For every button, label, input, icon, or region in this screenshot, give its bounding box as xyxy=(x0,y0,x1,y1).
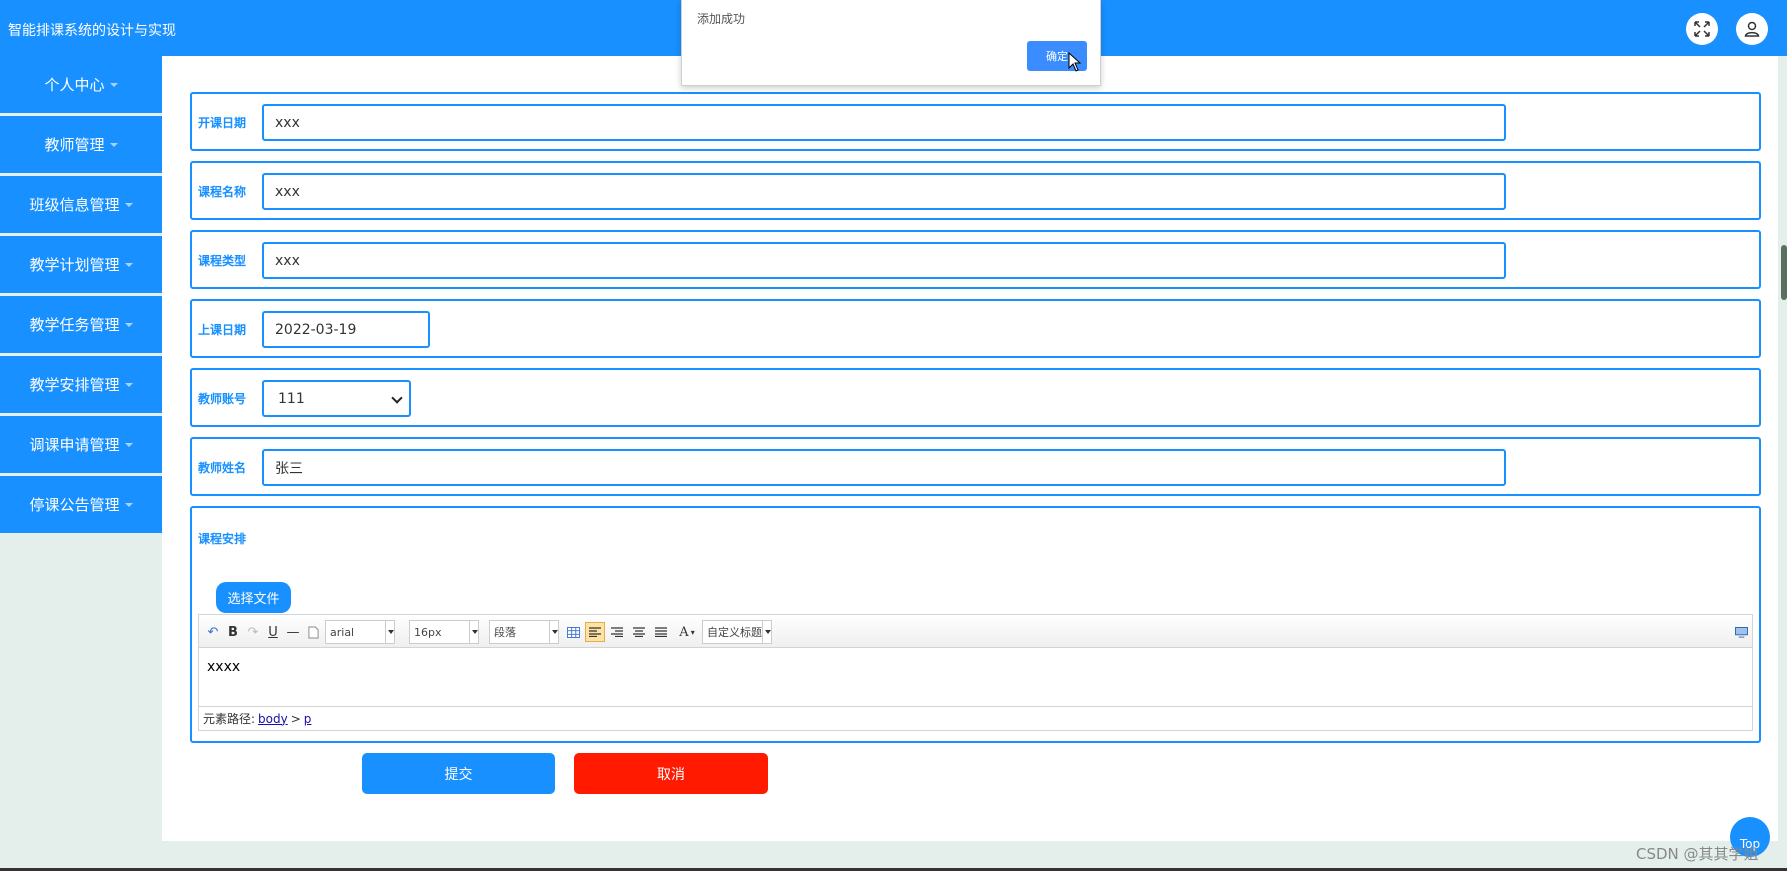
sidebar-item-label: 停课公告管理 xyxy=(29,496,120,514)
course-name-label: 课程名称 xyxy=(198,185,247,199)
cancel-button[interactable]: 取消 xyxy=(574,753,768,794)
underline-icon[interactable]: U xyxy=(265,622,281,642)
caret-down-icon xyxy=(124,262,133,267)
font-family-select[interactable]: arial xyxy=(325,620,395,644)
paragraph-format-value: 段落 xyxy=(494,626,516,639)
bold-icon[interactable]: B xyxy=(225,622,241,642)
course-type-label: 课程类型 xyxy=(198,254,247,268)
align-right-icon[interactable] xyxy=(609,622,625,642)
font-color-icon[interactable]: A ▾ xyxy=(675,622,699,642)
teacher-name-input[interactable]: 张三 xyxy=(262,449,1506,486)
form-row-start-date: 开课日期 xxx xyxy=(190,92,1761,151)
sidebar-item-suspension-notice-management[interactable]: 停课公告管理 xyxy=(0,476,162,533)
align-justify-icon[interactable] xyxy=(653,622,669,642)
dropdown-arrow-icon xyxy=(385,621,394,643)
undo-icon[interactable]: ↶ xyxy=(205,622,221,642)
custom-heading-select[interactable]: 自定义标题 xyxy=(702,620,772,644)
custom-heading-value: 自定义标题 xyxy=(707,626,762,639)
font-size-select[interactable]: 16px xyxy=(409,620,479,644)
teacher-account-label: 教师账号 xyxy=(198,392,247,406)
horizontal-rule-icon[interactable]: — xyxy=(285,622,301,642)
class-date-input[interactable]: 2022-03-19 xyxy=(262,311,430,348)
form-row-class-date: 上课日期 2022-03-19 xyxy=(190,299,1761,358)
sidebar-item-label: 教学计划管理 xyxy=(29,256,120,274)
element-path-body-link[interactable]: body xyxy=(258,712,288,726)
sidebar-item-label: 教学任务管理 xyxy=(29,316,120,334)
sidebar-item-label: 调课申请管理 xyxy=(29,436,120,454)
element-path-p-link[interactable]: p xyxy=(304,712,312,726)
start-date-label: 开课日期 xyxy=(198,116,247,130)
table-icon[interactable] xyxy=(565,622,581,642)
fullscreen-icon[interactable] xyxy=(1686,13,1718,45)
form-row-course-schedule: 课程安排 选择文件 ↶ B ↷ U — arial 16px 段落 A ▾ 自定… xyxy=(190,506,1761,743)
document-icon[interactable] xyxy=(305,622,321,642)
mouse-cursor-icon xyxy=(1068,52,1082,72)
element-path-label: 元素路径: xyxy=(203,712,256,726)
start-date-input[interactable]: xxx xyxy=(262,104,1506,141)
rich-text-editor: ↶ B ↷ U — arial 16px 段落 A ▾ 自定义标题 xxxx 元… xyxy=(198,614,1753,731)
caret-down-icon xyxy=(124,442,133,447)
teacher-account-select[interactable]: 111 xyxy=(262,380,411,417)
success-dialog: 添加成功 确定 xyxy=(681,0,1101,86)
font-family-value: arial xyxy=(330,625,355,639)
course-schedule-label: 课程安排 xyxy=(198,532,247,546)
form-row-teacher-account: 教师账号 111 xyxy=(190,368,1761,427)
editor-toolbar: ↶ B ↷ U — arial 16px 段落 A ▾ 自定义标题 xyxy=(199,615,1752,648)
form-row-course-type: 课程类型 xxx xyxy=(190,230,1761,289)
sidebar-item-teaching-task-management[interactable]: 教学任务管理 xyxy=(0,296,162,353)
sidebar-item-label: 教学安排管理 xyxy=(29,376,120,394)
sidebar: 个人中心 教师管理 班级信息管理 教学计划管理 教学任务管理 教学安排管理 调课… xyxy=(0,56,162,536)
editor-content[interactable]: xxxx xyxy=(207,659,240,675)
caret-down-icon xyxy=(124,502,133,507)
preview-icon[interactable] xyxy=(1733,622,1749,642)
dropdown-arrow-icon xyxy=(762,621,771,643)
teacher-name-label: 教师姓名 xyxy=(198,461,247,475)
redo-icon[interactable]: ↷ xyxy=(245,622,261,642)
sidebar-item-teaching-plan-management[interactable]: 教学计划管理 xyxy=(0,236,162,293)
scrollbar-thumb[interactable] xyxy=(1781,245,1787,300)
element-path-separator: > xyxy=(290,711,301,726)
align-left-icon[interactable] xyxy=(585,622,605,642)
chevron-down-icon xyxy=(391,392,403,404)
caret-down-icon xyxy=(124,202,133,207)
course-name-input[interactable]: xxx xyxy=(262,173,1506,210)
caret-down-icon xyxy=(109,142,118,147)
sidebar-item-class-info-management[interactable]: 班级信息管理 xyxy=(0,176,162,233)
sidebar-item-teacher-management[interactable]: 教师管理 xyxy=(0,116,162,173)
dropdown-arrow-icon xyxy=(469,621,478,643)
user-icon[interactable] xyxy=(1736,13,1768,45)
sidebar-item-label: 个人中心 xyxy=(44,76,105,94)
element-path: 元素路径: body > p xyxy=(199,706,1752,730)
form-row-teacher-name: 教师姓名 张三 xyxy=(190,437,1761,496)
sidebar-item-label: 班级信息管理 xyxy=(29,196,120,214)
submit-button[interactable]: 提交 xyxy=(362,753,555,794)
font-size-value: 16px xyxy=(414,625,442,639)
dialog-message: 添加成功 xyxy=(697,12,746,26)
teacher-account-value: 111 xyxy=(278,390,305,407)
sidebar-item-class-adjustment-management[interactable]: 调课申请管理 xyxy=(0,416,162,473)
course-type-input[interactable]: xxx xyxy=(262,242,1506,279)
dropdown-arrow-icon xyxy=(549,621,558,643)
sidebar-item-label: 教师管理 xyxy=(44,136,105,154)
caret-down-icon xyxy=(124,322,133,327)
caret-down-icon xyxy=(109,82,118,87)
sidebar-item-teaching-arrangement-management[interactable]: 教学安排管理 xyxy=(0,356,162,413)
choose-file-button[interactable]: 选择文件 xyxy=(216,582,291,613)
app-title: 智能排课系统的设计与实现 xyxy=(8,23,176,39)
paragraph-format-select[interactable]: 段落 xyxy=(489,620,559,644)
class-date-label: 上课日期 xyxy=(198,323,247,337)
caret-down-icon xyxy=(124,382,133,387)
form-row-course-name: 课程名称 xxx xyxy=(190,161,1761,220)
sidebar-item-personal-center[interactable]: 个人中心 xyxy=(0,56,162,113)
align-center-icon[interactable] xyxy=(631,622,647,642)
watermark: CSDN @其其学姐 xyxy=(1636,845,1759,863)
